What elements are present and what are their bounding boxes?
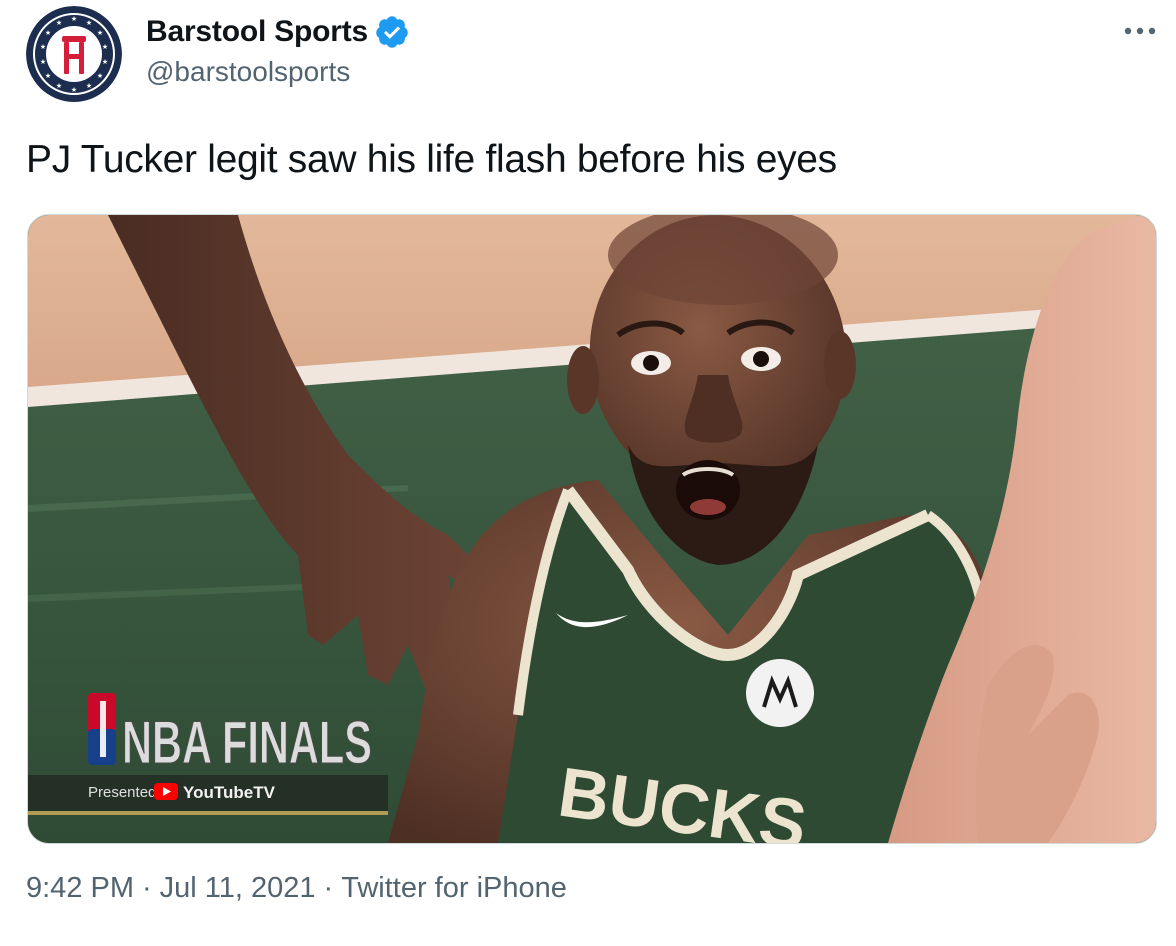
svg-text:★: ★ [71, 15, 77, 23]
author-name-row[interactable]: Barstool Sports [146, 10, 410, 54]
tweet-time[interactable]: 9:42 PM [26, 872, 134, 905]
svg-text:★: ★ [56, 82, 62, 90]
svg-text:★: ★ [86, 82, 92, 90]
meta-separator: · [323, 872, 334, 904]
verified-badge-icon [374, 14, 410, 50]
svg-text:★: ★ [97, 29, 103, 37]
display-name[interactable]: Barstool Sports [146, 15, 368, 49]
youtube-icon [154, 783, 178, 800]
svg-text:★: ★ [56, 19, 62, 27]
tweet-meta: 9:42 PM · Jul 11, 2021 · Twitter for iPh… [26, 872, 567, 905]
svg-text:★: ★ [45, 72, 51, 80]
more-options-icon[interactable] [1118, 16, 1162, 46]
avatar[interactable]: ★ ★ ★ ★ ★ ★ ★ ★ ★ ★ ★ ★ ★ ★ [26, 6, 122, 102]
svg-text:★: ★ [97, 72, 103, 80]
tweet-media-image[interactable]: BUCKS NBA FINALS Presented by YouTubeTV [27, 214, 1157, 844]
author-handle[interactable]: @barstoolsports [146, 56, 350, 88]
tweet-source[interactable]: Twitter for iPhone [341, 872, 567, 905]
barstool-logo-icon: ★ ★ ★ ★ ★ ★ ★ ★ ★ ★ ★ ★ ★ ★ [26, 6, 122, 102]
nba-logo-icon [88, 693, 116, 765]
sponsor-text: YouTubeTV [183, 783, 276, 802]
svg-text:★: ★ [40, 58, 46, 66]
svg-text:★: ★ [102, 43, 108, 51]
svg-text:★: ★ [71, 86, 77, 94]
tweet-text: PJ Tucker legit saw his life flash befor… [26, 138, 837, 181]
svg-text:★: ★ [86, 19, 92, 27]
broadcast-logo-text: NBA FINALS [122, 709, 372, 776]
svg-text:★: ★ [102, 58, 108, 66]
meta-separator: · [142, 872, 152, 904]
tweet-date[interactable]: Jul 11, 2021 [160, 872, 316, 905]
svg-text:★: ★ [40, 43, 46, 51]
svg-text:★: ★ [45, 29, 51, 37]
